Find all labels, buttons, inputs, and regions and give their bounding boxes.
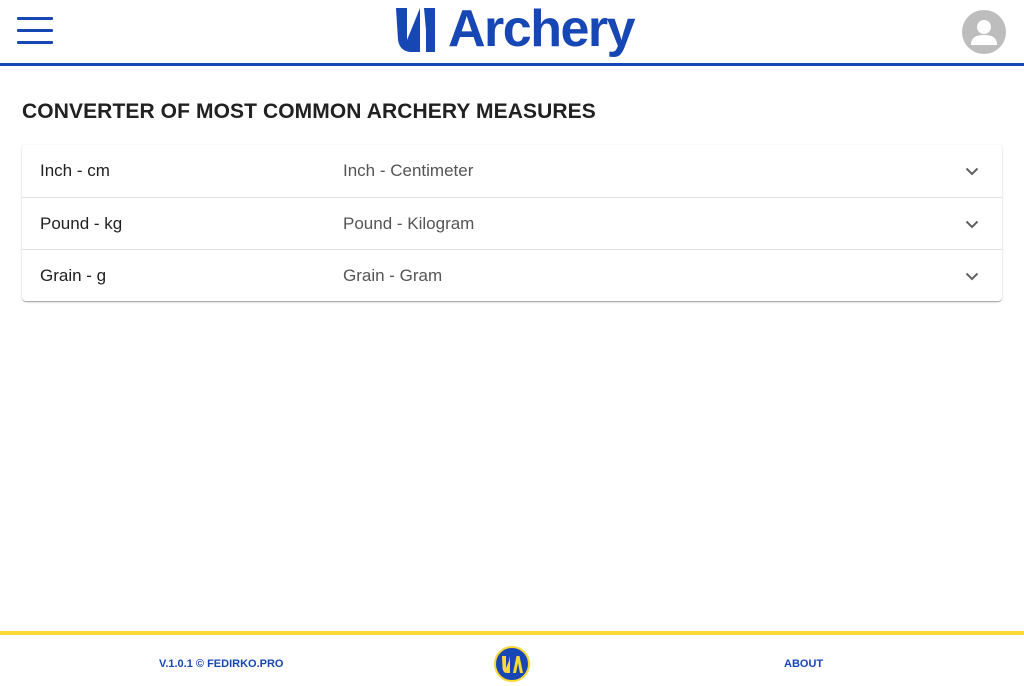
converter-item-pound-kg[interactable]: Pound - kg Pound - Kilogram bbox=[22, 197, 1002, 249]
page-title: CONVERTER OF MOST COMMON ARCHERY MEASURE… bbox=[22, 100, 596, 123]
converter-description: Inch - Centimeter bbox=[343, 161, 474, 180]
account-avatar-icon[interactable] bbox=[962, 10, 1006, 54]
top-app-bar: Archery bbox=[0, 0, 1024, 66]
converter-item-grain-g[interactable]: Grain - g Grain - Gram bbox=[22, 249, 1002, 301]
converter-accordion: Inch - cm Inch - Centimeter Pound - kg P… bbox=[22, 145, 1002, 301]
ua-badge-icon[interactable] bbox=[494, 646, 530, 682]
converter-label: Grain - g bbox=[40, 266, 107, 285]
chevron-down-icon[interactable] bbox=[964, 268, 980, 284]
app-root: Archery CONVERTER OF MOST COMMON ARCHERY… bbox=[0, 0, 1024, 686]
hamburger-menu-icon[interactable] bbox=[16, 14, 54, 48]
converter-description: Pound - Kilogram bbox=[343, 214, 475, 233]
about-link[interactable]: ABOUT bbox=[784, 658, 823, 670]
footer-bar: V.1.0.1 © FEDIRKO.PRO ABOUT bbox=[0, 631, 1024, 686]
converter-item-inch-cm[interactable]: Inch - cm Inch - Centimeter bbox=[22, 145, 1002, 197]
converter-label: Inch - cm bbox=[40, 161, 110, 180]
version-link[interactable]: V.1.0.1 © FEDIRKO.PRO bbox=[159, 658, 283, 670]
brand-logo[interactable]: Archery bbox=[394, 0, 636, 62]
chevron-down-icon[interactable] bbox=[964, 163, 980, 179]
brand-title: Archery bbox=[448, 0, 636, 58]
converter-label: Pound - kg bbox=[40, 214, 123, 233]
converter-description: Grain - Gram bbox=[343, 266, 443, 285]
chevron-down-icon[interactable] bbox=[964, 216, 980, 232]
